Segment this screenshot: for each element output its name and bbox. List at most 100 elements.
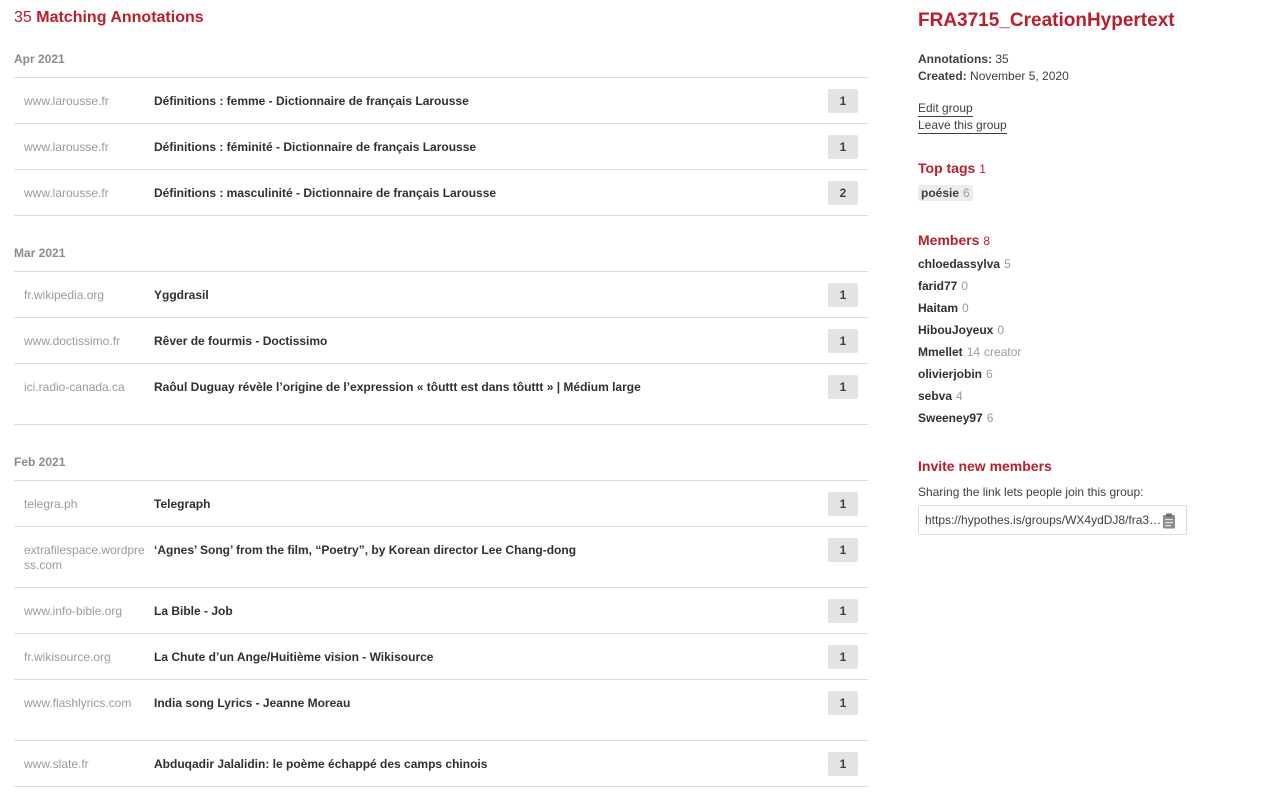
member-count: 14 bbox=[966, 345, 981, 359]
annotation-count-badge: 1 bbox=[828, 375, 858, 399]
member-item[interactable]: farid77 0 bbox=[918, 279, 968, 293]
member-count: 6 bbox=[986, 411, 994, 425]
member-item[interactable]: Sweeney97 6 bbox=[918, 411, 993, 425]
item-title[interactable]: Telegraph bbox=[154, 497, 210, 512]
member-item[interactable]: Mmellet 14 creator bbox=[918, 345, 1021, 359]
top-tags-title: Top tags bbox=[918, 160, 976, 176]
list-item[interactable]: ici.radio-canada.ca Raôul Duguay révèle … bbox=[14, 363, 868, 425]
member-name[interactable]: farid77 bbox=[918, 279, 957, 293]
invite-link-input[interactable]: https://hypothes.is/groups/WX4ydDJ8/fra3… bbox=[925, 513, 1165, 527]
member-name[interactable]: Mmellet bbox=[918, 345, 963, 359]
members-count: 8 bbox=[983, 234, 991, 248]
item-title[interactable]: ‘Agnes’ Song’ from the film, “Poetry”, b… bbox=[154, 543, 576, 558]
item-title[interactable]: La Bible - Job bbox=[154, 604, 233, 619]
item-domain: extrafilespace.wordpress.com bbox=[24, 543, 145, 572]
member-name[interactable]: Haitam bbox=[918, 301, 958, 315]
item-title[interactable]: Yggdrasil bbox=[154, 288, 209, 303]
invite-description: Sharing the link lets people join this g… bbox=[918, 485, 1144, 499]
member-item[interactable]: HibouJoyeux 0 bbox=[918, 323, 1004, 337]
list-item[interactable]: www.info-bible.org La Bible - Job 1 bbox=[14, 587, 868, 633]
item-domain: fr.wikisource.org bbox=[24, 650, 111, 664]
created-meta: Created: November 5, 2020 bbox=[918, 69, 1069, 83]
item-domain: www.larousse.fr bbox=[24, 140, 109, 154]
month-label: Apr 2021 bbox=[14, 52, 65, 66]
month-label: Mar 2021 bbox=[14, 246, 66, 260]
member-count: 4 bbox=[956, 389, 963, 403]
item-title[interactable]: Définitions : féminité - Dictionnaire de… bbox=[154, 140, 476, 155]
member-item[interactable]: chloedassylva 5 bbox=[918, 257, 1011, 271]
item-domain: www.larousse.fr bbox=[24, 94, 109, 108]
member-name[interactable]: sebva bbox=[918, 389, 952, 403]
list-item[interactable]: www.larousse.fr Définitions : masculinit… bbox=[14, 169, 868, 216]
month-label: Feb 2021 bbox=[14, 455, 66, 469]
created-value: November 5, 2020 bbox=[970, 69, 1069, 83]
member-name[interactable]: olivierjobin bbox=[918, 367, 982, 381]
annotations-value: 35 bbox=[995, 52, 1009, 66]
annotation-count-badge: 1 bbox=[828, 599, 858, 623]
item-domain: www.info-bible.org bbox=[24, 604, 123, 618]
item-domain: ici.radio-canada.ca bbox=[24, 380, 125, 394]
list-item[interactable]: www.larousse.fr Définitions : femme - Di… bbox=[14, 77, 868, 123]
list-item[interactable]: www.slate.fr Abduqadir Jalalidin: le poè… bbox=[14, 740, 868, 787]
clipboard-icon[interactable] bbox=[1162, 513, 1176, 529]
item-title[interactable]: Raôul Duguay révèle l’origine de l’expre… bbox=[154, 380, 641, 395]
leave-group-link[interactable]: Leave this group bbox=[918, 118, 1007, 134]
invite-link-field[interactable]: https://hypothes.is/groups/WX4ydDJ8/fra3… bbox=[918, 505, 1187, 535]
member-count: 6 bbox=[986, 367, 993, 381]
annotation-count-badge: 1 bbox=[828, 752, 858, 776]
members-title: Members bbox=[918, 232, 980, 248]
created-label: Created: bbox=[918, 69, 967, 83]
list-item[interactable]: telegra.ph Telegraph 1 bbox=[14, 480, 868, 526]
item-title[interactable]: Définitions : masculinité - Dictionnaire… bbox=[154, 186, 496, 201]
member-count: 0 bbox=[997, 323, 1005, 337]
top-tags-count: 1 bbox=[979, 162, 986, 176]
member-name[interactable]: HibouJoyeux bbox=[918, 323, 993, 337]
item-domain: www.flashlyrics.com bbox=[24, 696, 132, 710]
group-name: FRA3715_CreationHypertext bbox=[918, 10, 1175, 31]
list-item[interactable]: fr.wikipedia.org Yggdrasil 1 bbox=[14, 271, 868, 317]
list-item[interactable]: www.flashlyrics.com India song Lyrics - … bbox=[14, 679, 868, 740]
page-title-text: Matching Annotations bbox=[36, 9, 204, 26]
member-count: 0 bbox=[962, 301, 969, 315]
list-item[interactable]: www.doctissimo.fr Rêver de fourmis - Doc… bbox=[14, 317, 868, 363]
annotation-count-badge: 1 bbox=[828, 283, 858, 307]
item-domain: www.slate.fr bbox=[24, 757, 89, 771]
item-title[interactable]: Rêver de fourmis - Doctissimo bbox=[154, 334, 327, 349]
item-domain: www.larousse.fr bbox=[24, 186, 109, 200]
members-heading: Members 8 bbox=[918, 232, 990, 248]
tag-chip[interactable]: poésie 6 bbox=[918, 185, 973, 201]
item-domain: www.doctissimo.fr bbox=[24, 334, 121, 348]
annotation-count-badge: 1 bbox=[828, 329, 858, 353]
item-title[interactable]: La Chute d’un Ange/Huitième vision - Wik… bbox=[154, 650, 433, 665]
item-title[interactable]: India song Lyrics - Jeanne Moreau bbox=[154, 696, 350, 711]
tag-name: poésie bbox=[921, 186, 960, 200]
list-item[interactable]: fr.wikisource.org La Chute d’un Ange/Hui… bbox=[14, 633, 868, 679]
item-domain: telegra.ph bbox=[24, 497, 78, 511]
member-item[interactable]: sebva 4 bbox=[918, 389, 963, 403]
invite-heading: Invite new members bbox=[918, 458, 1052, 474]
list-item[interactable]: extrafilespace.wordpress.com ‘Agnes’ Son… bbox=[14, 526, 868, 587]
member-count: 0 bbox=[961, 279, 969, 293]
page-title: 35 Matching Annotations bbox=[14, 9, 204, 27]
member-role: creator bbox=[984, 345, 1022, 359]
member-item[interactable]: Haitam 0 bbox=[918, 301, 969, 315]
annotation-count-badge: 1 bbox=[828, 492, 858, 516]
member-count: 5 bbox=[1004, 257, 1011, 271]
edit-group-link[interactable]: Edit group bbox=[918, 101, 973, 117]
annotation-count-badge: 1 bbox=[828, 89, 858, 113]
annotation-count-badge: 1 bbox=[828, 135, 858, 159]
member-name[interactable]: Sweeney97 bbox=[918, 411, 983, 425]
member-name[interactable]: chloedassylva bbox=[918, 257, 1000, 271]
annotations-meta: Annotations: 35 bbox=[918, 52, 1009, 66]
item-title[interactable]: Abduqadir Jalalidin: le poème échappé de… bbox=[154, 757, 487, 772]
annotation-count-badge: 1 bbox=[828, 645, 858, 669]
tag-count: 6 bbox=[963, 186, 970, 200]
annotation-count-badge: 1 bbox=[828, 538, 858, 562]
list-item[interactable]: www.larousse.fr Définitions : féminité -… bbox=[14, 123, 868, 169]
item-domain: fr.wikipedia.org bbox=[24, 288, 105, 302]
item-title[interactable]: Définitions : femme - Dictionnaire de fr… bbox=[154, 94, 469, 109]
member-item[interactable]: olivierjobin 6 bbox=[918, 367, 993, 381]
annotation-count-badge: 2 bbox=[828, 181, 858, 205]
annotations-label: Annotations: bbox=[918, 52, 992, 66]
top-tags-heading: Top tags 1 bbox=[918, 160, 986, 176]
